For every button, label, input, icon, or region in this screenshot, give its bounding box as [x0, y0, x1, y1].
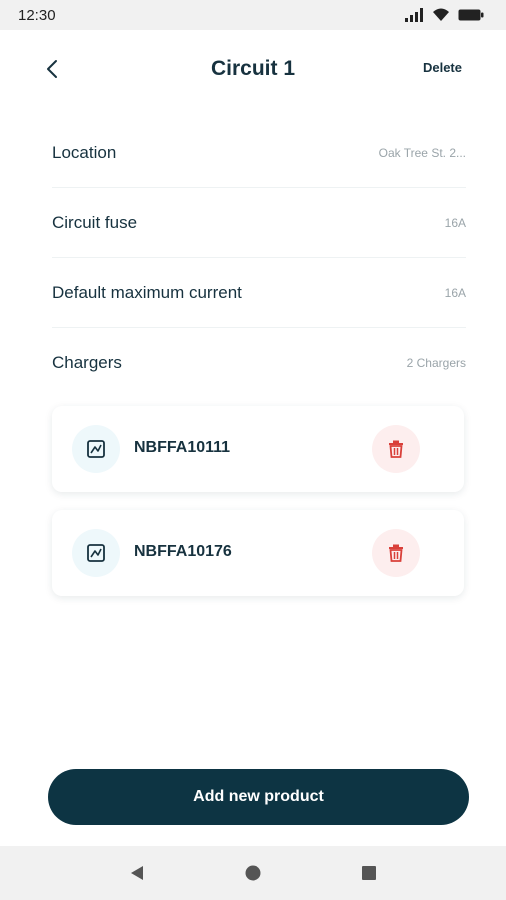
back-triangle-icon [131, 866, 143, 880]
page-title: Circuit 1 [210, 57, 296, 80]
circuit-details: Location Oak Tree St. 2... Circuit fuse … [52, 118, 466, 398]
wifi-icon [433, 8, 449, 21]
row-label: Chargers [52, 353, 122, 372]
row-chargers[interactable]: Chargers 2 Chargers [52, 328, 466, 398]
recents-square-icon [362, 866, 376, 880]
nav-recents-button[interactable] [357, 861, 381, 885]
charger-card[interactable]: NBFFA10176 [52, 510, 464, 596]
back-button[interactable] [40, 56, 64, 82]
add-new-product-button[interactable]: Add new product [48, 769, 469, 825]
charger-icon [72, 425, 120, 473]
trash-icon [389, 544, 403, 562]
charger-icon [72, 529, 120, 577]
delete-button[interactable]: Delete [423, 60, 462, 75]
chevron-left-icon [47, 60, 57, 78]
row-location[interactable]: Location Oak Tree St. 2... [52, 118, 466, 188]
system-nav-bar [0, 846, 506, 900]
charger-id: NBFFA10176 [134, 543, 232, 560]
row-circuit-fuse[interactable]: Circuit fuse 16A [52, 188, 466, 258]
header: Circuit 1 Delete [0, 30, 506, 108]
row-value: 16A [444, 215, 466, 230]
nav-back-button[interactable] [125, 861, 149, 885]
row-default-max-current[interactable]: Default maximum current 16A [52, 258, 466, 328]
battery-icon [458, 9, 484, 21]
row-value: Oak Tree St. 2... [378, 145, 466, 160]
status-time: 12:30 [18, 6, 56, 24]
signal-icon [405, 8, 423, 22]
nav-home-button[interactable] [241, 861, 265, 885]
row-label: Circuit fuse [52, 212, 138, 232]
delete-charger-button[interactable] [372, 529, 420, 577]
row-value: 16A [444, 285, 466, 300]
status-icons [404, 8, 484, 22]
row-value: 2 Chargers [406, 356, 466, 370]
row-label: Default maximum current [52, 282, 242, 302]
delete-charger-button[interactable] [372, 425, 420, 473]
status-bar: 12:30 [0, 0, 506, 30]
row-label: Location [52, 142, 117, 162]
charger-id: NBFFA10111 [134, 439, 231, 456]
charger-card[interactable]: NBFFA10111 [52, 406, 464, 492]
trash-icon [389, 440, 403, 458]
home-circle-icon [245, 865, 261, 881]
